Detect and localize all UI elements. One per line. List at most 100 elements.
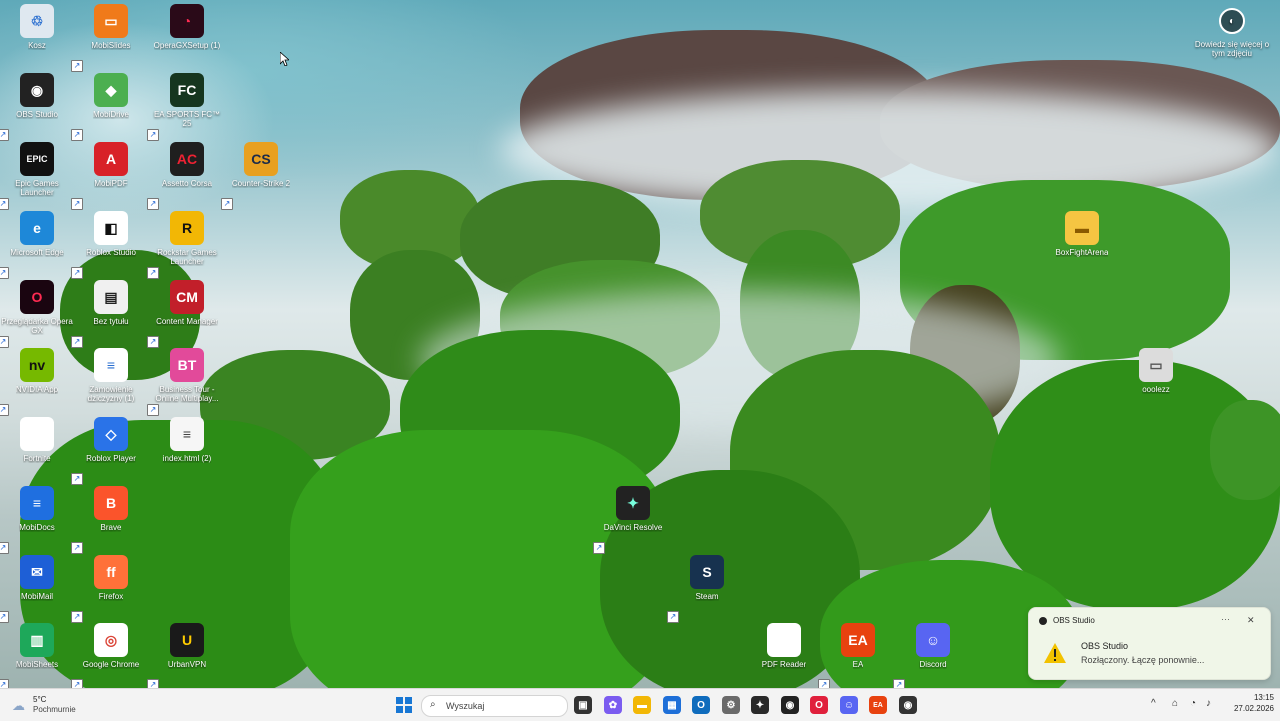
app-icon: ◔ <box>170 4 204 38</box>
search-icon: ⌕ <box>430 699 436 710</box>
desktop-icon[interactable]: ≡ Zamowienie dziczyzny (1) <box>75 346 147 414</box>
weather-widget[interactable]: ☁ 5°C Pochmurnie <box>10 693 100 717</box>
desktop-icon-label: Bez tytułu <box>93 317 129 326</box>
desktop-icon[interactable]: ◆ ↗ MobiDrive <box>71 71 147 141</box>
desktop-icon[interactable]: Fortnite <box>1 415 73 483</box>
learn-more-about-photo[interactable]: ◐ Dowiedz się więcej o tym zdjęciu <box>1192 6 1272 62</box>
app-icon: FC <box>170 73 204 107</box>
app-icon: ≡ <box>94 348 128 382</box>
desktop-icon[interactable]: ▭ ooolezz <box>1120 346 1192 414</box>
desktop-icon[interactable]: O ↗ Przeglądarka Opera GX <box>0 278 73 348</box>
warning-icon <box>1044 643 1066 663</box>
taskbar-app-obs-studio[interactable]: ◉ <box>781 696 799 714</box>
wifi-icon[interactable]: ◔ <box>1190 698 1196 709</box>
taskbar-app-microsoft-store[interactable]: ▦ <box>663 696 681 714</box>
desktop-icon[interactable]: ◉ ↗ OBS Studio <box>0 71 73 141</box>
desktop-icon[interactable]: CM ↗ Content Manager <box>147 278 223 348</box>
desktop-icon[interactable]: S ↗ Steam <box>667 553 743 623</box>
taskbar-app-obs-alt[interactable]: ◉ <box>899 696 917 714</box>
desktop-icon[interactable]: AC ↗ Assetto Corsa <box>147 140 223 210</box>
desktop-icon[interactable]: ▥ ↗ MobiSheets <box>0 621 73 688</box>
desktop-icon[interactable]: ▬ BoxFightArena <box>1046 209 1118 277</box>
desktop-icon-label: Microsoft Edge <box>10 248 64 257</box>
desktop-icon[interactable]: ≡ index.html (2) <box>151 415 223 483</box>
app-icon: O <box>20 280 54 314</box>
wallpaper-rock <box>740 230 860 380</box>
desktop-icon-label: MobiPDF <box>94 179 128 188</box>
desktop-wallpaper: ♲ Kosz ▭ ↗ MobiSlides ◔ OperaGXSetup (1) ◉ ↗ OBS … <box>0 0 1280 688</box>
desktop-icon[interactable]: ◎ ↗ Google Chrome <box>71 621 147 688</box>
desktop-icon-label: Brave <box>100 523 122 532</box>
app-icon: ♲ <box>20 4 54 38</box>
app-icon: ◧ <box>94 211 128 245</box>
desktop-icon[interactable]: ☺ ↗ Discord <box>893 621 969 688</box>
wallpaper-rock <box>460 180 660 300</box>
wallpaper-rock <box>340 170 480 270</box>
taskbar-app-settings[interactable]: ⚙ <box>722 696 740 714</box>
taskbar-app-discord[interactable]: ☺ <box>840 696 858 714</box>
camera-icon: ◐ <box>1219 8 1245 34</box>
desktop-icon-label: BoxFightArena <box>1055 248 1109 257</box>
app-icon: ff <box>94 555 128 589</box>
desktop-icon[interactable]: ▭ ↗ MobiSlides <box>71 2 147 72</box>
desktop-icon[interactable]: PDF Reader <box>748 621 820 688</box>
notification-more-button[interactable]: ··· <box>1221 614 1230 624</box>
desktop-icon[interactable]: ≡ ↗ MobiDocs <box>0 484 73 554</box>
desktop-icon-label: Zamowienie dziczyzny (1) <box>87 385 135 403</box>
search-placeholder: Wyszukaj <box>446 701 485 711</box>
weather-temp: 5°C <box>33 695 47 704</box>
desktop-icon[interactable]: R ↗ Rockstar Games Launcher <box>147 209 223 279</box>
desktop-icon-label: index.html (2) <box>162 454 212 463</box>
taskbar-app-ea[interactable]: EA <box>869 696 887 714</box>
desktop-icon[interactable]: ✦ ↗ DaVinci Resolve <box>593 484 669 554</box>
desktop-icon[interactable]: ◔ OperaGXSetup (1) <box>151 2 223 70</box>
taskbar-app-outlook[interactable]: O <box>692 696 710 714</box>
notification-header: OBS Studio <box>1039 616 1095 625</box>
desktop-icon[interactable]: EPIC ↗ Epic Games Launcher <box>0 140 73 210</box>
taskbar-app-opera-gx[interactable]: O <box>810 696 828 714</box>
desktop-icon[interactable]: ff ↗ Firefox <box>71 553 147 623</box>
wallpaper-rock <box>350 250 480 380</box>
desktop-icon[interactable]: nv ↗ NVIDIA App <box>0 346 73 416</box>
notification-close-button[interactable]: ✕ <box>1247 615 1255 626</box>
desktop-icon[interactable]: ▤ ↗ Bez tytułu <box>71 278 147 348</box>
desktop-icon[interactable]: FC ↗ EA SPORTS FC™ 25 <box>147 71 223 141</box>
app-icon: ▭ <box>94 4 128 38</box>
tray-chevron-icon[interactable]: ^ <box>1151 698 1156 709</box>
desktop-icon[interactable]: e ↗ Microsoft Edge <box>0 209 73 279</box>
desktop-icon[interactable]: ♲ Kosz <box>1 2 73 70</box>
taskbar-app-davinci-resolve[interactable]: ✦ <box>751 696 769 714</box>
desktop-icon[interactable]: EA ↗ EA <box>818 621 894 688</box>
notification-message: Rozłączony. Łączę ponownie... <box>1081 655 1205 665</box>
desktop-icon[interactable]: BT ↗ Business Tour - Online Multiplay... <box>147 346 223 416</box>
notification-toast[interactable]: OBS Studio ··· ✕ OBS Studio Rozłączony. … <box>1028 607 1271 680</box>
taskbar-app-task-view[interactable]: ▣ <box>574 696 592 714</box>
app-icon: ≡ <box>170 417 204 451</box>
taskbar-app-copilot[interactable]: ✿ <box>604 696 622 714</box>
system-tray: ^ ⌂ ◔ ♪ <box>1148 695 1222 715</box>
desktop-icon-label: MobiSlides <box>91 41 131 50</box>
shortcut-arrow-icon: ↗ <box>893 679 905 688</box>
desktop-icon[interactable]: ◧ ↗ Roblox Studio <box>71 209 147 279</box>
desktop-icon-label: MobiDrive <box>92 110 129 119</box>
network-icon[interactable]: ⌂ <box>1172 698 1178 709</box>
desktop-icon-label: Counter-Strike 2 <box>231 179 291 188</box>
volume-icon[interactable]: ♪ <box>1206 698 1211 709</box>
desktop-icon[interactable]: U ↗ UrbanVPN <box>147 621 223 688</box>
desktop-icon-label: Fortnite <box>23 454 51 463</box>
desktop-icon[interactable]: ✉ ↗ MobiMail <box>0 553 73 623</box>
desktop-icon[interactable]: A ↗ MobiPDF <box>71 140 147 210</box>
wallpaper-rock <box>520 30 940 200</box>
desktop-icon[interactable]: ◇ ↗ Roblox Player <box>71 415 147 485</box>
start-button[interactable] <box>396 697 412 713</box>
clock[interactable]: 13:15 27.02.2026 <box>1224 693 1274 717</box>
desktop-icon[interactable]: B ↗ Brave <box>71 484 147 554</box>
notification-app-name: OBS Studio <box>1053 616 1095 625</box>
search-box[interactable]: ⌕ Wyszukaj <box>421 695 568 717</box>
app-icon: EPIC <box>20 142 54 176</box>
desktop-icon-label: MobiSheets <box>15 660 59 669</box>
desktop-icon[interactable]: CS ↗ Counter-Strike 2 <box>221 140 297 210</box>
desktop-icon-label: UrbanVPN <box>167 660 207 669</box>
taskbar-app-file-explorer[interactable]: ▬ <box>633 696 651 714</box>
app-icon: ◎ <box>94 623 128 657</box>
